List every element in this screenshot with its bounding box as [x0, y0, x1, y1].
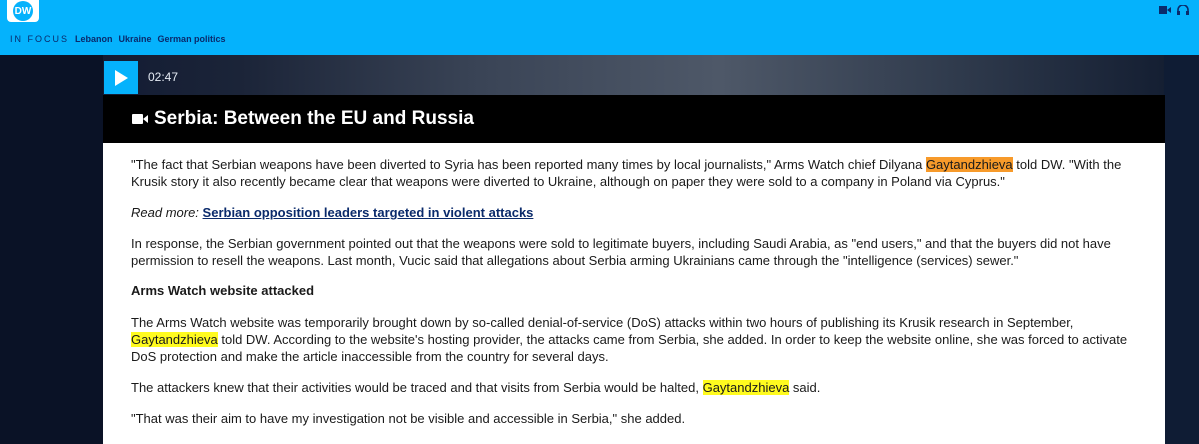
video-camera-icon [132, 114, 148, 124]
dw-logo-text: DW [13, 1, 33, 21]
highlight-gaytandzhieva: Gaytandzhieva [702, 380, 790, 395]
video-duration: 02:47 [148, 70, 179, 84]
p4-text-b: said. [789, 380, 821, 395]
section-heading: Arms Watch website attacked [131, 283, 315, 298]
video-icon[interactable] [1159, 5, 1171, 15]
paragraph-4: The attackers knew that their activities… [131, 379, 1141, 396]
read-more-link[interactable]: Serbian opposition leaders targeted in v… [203, 205, 534, 220]
left-page-background [0, 55, 103, 444]
play-icon [115, 69, 128, 86]
top-icons [1159, 5, 1189, 15]
p3-text-b: told DW. According to the website's host… [131, 332, 1128, 364]
highlight-gaytandzhieva: Gaytandzhieva [131, 332, 218, 347]
headphones-icon[interactable] [1177, 5, 1189, 15]
paragraph-5: "That was their aim to have my investiga… [131, 411, 686, 426]
right-page-background [1164, 55, 1199, 444]
paragraph-3: The Arms Watch website was temporarily b… [131, 314, 1141, 365]
read-more: Read more: Serbian opposition leaders ta… [131, 204, 1141, 221]
p1-text-a: "The fact that Serbian weapons have been… [131, 157, 926, 172]
paragraph-1: "The fact that Serbian weapons have been… [131, 156, 1141, 190]
paragraph-2: In response, the Serbian government poin… [131, 236, 1111, 268]
highlight-gaytandzhieva: Gaytandzhieva [925, 157, 1013, 172]
article-body: "The fact that Serbian weapons have been… [103, 143, 1165, 444]
read-more-label: Read more: [131, 205, 203, 220]
p3-text-a: The Arms Watch website was temporarily b… [131, 315, 1074, 330]
p4-text-a: The attackers knew that their activities… [131, 380, 703, 395]
play-button[interactable] [104, 61, 138, 94]
focus-link-german-politics[interactable]: German politics [158, 34, 226, 44]
video-title-bar: Serbia: Between the EU and Russia [103, 95, 1165, 143]
top-navigation-bar: DW IN FOCUS Lebanon Ukraine German polit… [0, 0, 1199, 55]
dw-logo[interactable]: DW [7, 0, 39, 22]
focus-link-ukraine[interactable]: Ukraine [119, 34, 152, 44]
focus-link-lebanon[interactable]: Lebanon [75, 34, 113, 44]
in-focus-label: IN FOCUS [10, 34, 70, 44]
in-focus-bar: IN FOCUS Lebanon Ukraine German politics [10, 34, 226, 44]
video-title: Serbia: Between the EU and Russia [154, 108, 474, 129]
